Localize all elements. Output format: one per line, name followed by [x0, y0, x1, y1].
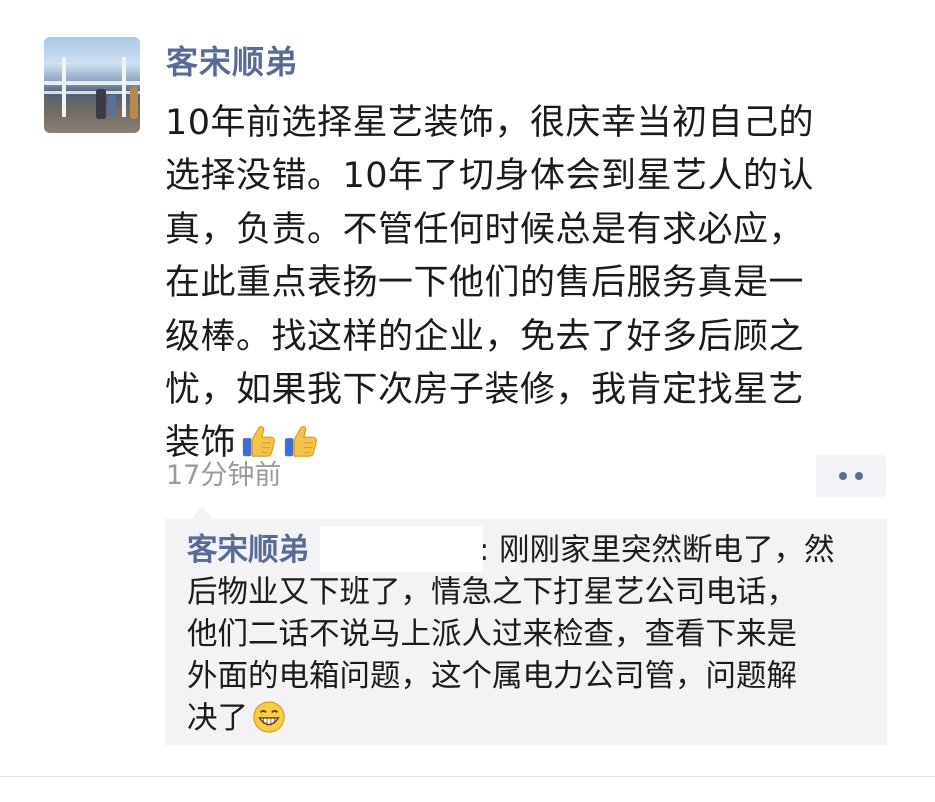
redaction-mask — [320, 526, 483, 572]
post-text-line: 10年前选择星艺装饰，很庆幸当初自己的 — [165, 103, 815, 143]
avatar-post — [122, 57, 126, 117]
post-text-line: 选择没错。10年了切身体会到星艺人的认 — [165, 156, 815, 197]
post-timestamp: 17分钟前 — [166, 460, 282, 491]
comment-line-last: 决了 — [187, 698, 877, 740]
comment-line: 客宋顺弟 : 刚刚家里突然断电了，然 — [187, 530, 877, 572]
avatar-post — [62, 57, 66, 117]
post-text: 10年前选择星艺装饰，很庆幸当初自己的 选择没错。10年了切身体会到星艺人的认 … — [165, 97, 880, 471]
comment-line-text: : 刚刚家里突然断电了，然 — [479, 533, 835, 568]
post-text-line: 忧，如果我下次房子装修，我肯定找星艺 — [165, 370, 805, 411]
comment-line: 外面的电箱问题，这个属电力公司管，问题解 — [187, 659, 797, 694]
comment-line-text: 决了 — [187, 701, 248, 736]
more-actions-button[interactable] — [816, 455, 886, 497]
grinning-face-icon — [253, 701, 285, 733]
moments-post: 客宋顺弟 10年前选择星艺装饰，很庆幸当初自己的 选择没错。10年了切身体会到星… — [0, 0, 935, 802]
comment-line: 后物业又下班了，情急之下打星艺公司电话， — [187, 575, 797, 610]
commenter-name[interactable]: 客宋顺弟 — [187, 533, 309, 568]
redaction-mask — [323, 0, 935, 92]
thumbs-up-icon — [242, 426, 275, 458]
post-text-line: 级棒。找这样的企业，免去了好多后顾之 — [165, 316, 805, 357]
more-dot-icon — [855, 472, 863, 480]
divider — [0, 776, 935, 777]
thumbs-up-icon — [284, 426, 317, 458]
avatar-person — [130, 87, 138, 119]
avatar-person — [108, 95, 116, 117]
comment-pointer — [190, 506, 214, 520]
avatar-person — [96, 89, 106, 119]
avatar[interactable] — [44, 37, 140, 133]
comment-line: 他们二话不说马上派人过来检查，查看下来是 — [187, 617, 797, 652]
post-text-line: 在此重点表扬一下他们的售后服务真是一 — [165, 263, 805, 304]
post-text-line: 真，负责。不管任何时候总是有求必应， — [165, 209, 805, 250]
more-dot-icon — [839, 472, 847, 480]
comment-item[interactable]: 客宋顺弟 : 刚刚家里突然断电了，然 后物业又下班了，情急之下打星艺公司电话， 他… — [187, 530, 877, 740]
post-author-name[interactable]: 客宋顺弟 — [166, 40, 298, 84]
